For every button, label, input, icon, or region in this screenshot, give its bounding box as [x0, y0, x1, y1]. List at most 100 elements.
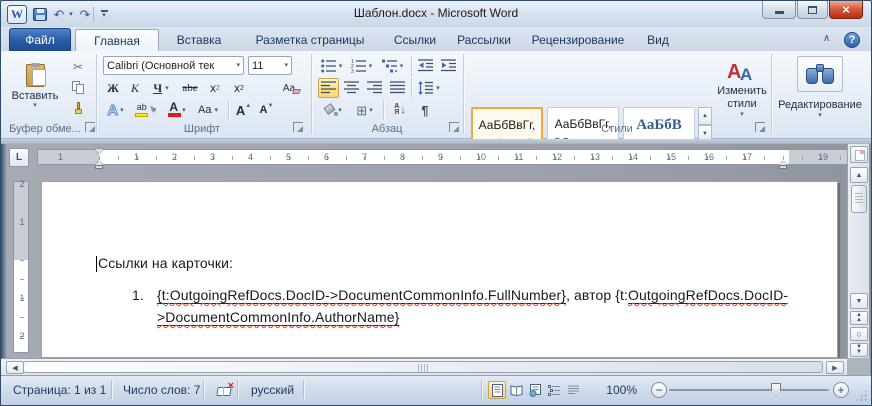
subscript-button[interactable]: x2 — [204, 78, 226, 98]
vertical-scrollbar[interactable]: ▲ ▼ ▲▲ ○ ▼▼ — [847, 144, 869, 358]
font-name-combo[interactable]: Calibri (Основной тек ▾ — [103, 56, 244, 75]
status-page[interactable]: Страница: 1 из 1 — [3, 376, 116, 403]
zoom-slider-track[interactable] — [669, 389, 829, 391]
highlight-button[interactable]: ab ▾ — [131, 100, 162, 120]
tab-view[interactable]: Вид — [637, 29, 679, 51]
styles-dialog-launcher-icon[interactable] — [755, 122, 765, 132]
bullets-button[interactable]: ▾ — [318, 56, 345, 76]
strikethrough-button[interactable]: abe — [178, 78, 202, 98]
minimize-button[interactable] — [762, 1, 796, 19]
previous-page-button[interactable]: ▲▲ — [850, 311, 868, 325]
h-ruler[interactable]: 1 123456789101112131415161719 — [37, 149, 857, 165]
font-color-button[interactable]: A ▾ — [164, 100, 191, 120]
shading-button[interactable]: ▾ — [318, 100, 347, 120]
view-print-layout-button[interactable] — [488, 381, 506, 399]
decrease-indent-button[interactable] — [415, 56, 436, 76]
help-icon[interactable]: ? — [844, 32, 860, 48]
tab-insert[interactable]: Вставка — [163, 29, 235, 51]
undo-button[interactable]: ↶ — [51, 5, 67, 23]
vscroll-thumb[interactable] — [851, 185, 867, 213]
thumb-grip — [418, 364, 430, 372]
increase-indent-button[interactable] — [438, 56, 459, 76]
shrink-font-button[interactable]: A ▼ — [256, 100, 277, 120]
redo-button[interactable]: ↷ — [77, 5, 93, 23]
status-word-count[interactable]: Число слов: 7 — [113, 376, 210, 403]
tab-file[interactable]: Файл — [9, 28, 71, 51]
clipboard-dialog-launcher-icon[interactable] — [85, 122, 95, 132]
h-ruler-margin-number: 1 — [58, 152, 63, 162]
draft-view-icon — [567, 384, 580, 397]
tab-references[interactable]: Ссылки — [385, 29, 445, 51]
horizontal-scrollbar[interactable]: ◀ ▶ — [1, 358, 847, 375]
italic-button[interactable]: К — [125, 78, 145, 98]
save-button[interactable] — [32, 5, 48, 23]
select-browse-object-button[interactable]: ○ — [850, 327, 868, 341]
format-painter-button[interactable] — [65, 99, 91, 118]
superscript-button[interactable]: x2 — [228, 78, 250, 98]
tab-stop-selector[interactable]: L — [9, 148, 29, 167]
align-right-button[interactable] — [364, 78, 385, 98]
underline-button[interactable]: Ч ▾ — [147, 78, 175, 98]
show-marks-button[interactable]: ¶ — [414, 100, 436, 120]
tab-page-layout[interactable]: Разметка страницы — [239, 29, 381, 51]
view-web-layout-button[interactable] — [526, 381, 544, 399]
copy-button[interactable] — [65, 78, 91, 97]
change-styles-button[interactable]: АA Изменить стили ▾ — [717, 55, 767, 123]
v-ruler[interactable]: 2112 — [13, 181, 29, 353]
tab-home[interactable]: Главная — [75, 29, 159, 51]
clear-formatting-button[interactable]: Aa — [275, 78, 303, 98]
collapse-ribbon-icon[interactable]: ∧ — [823, 33, 830, 44]
cut-button[interactable]: ✂ — [65, 57, 91, 76]
editing-find-button[interactable] — [797, 56, 843, 92]
ruler-toggle-button[interactable] — [850, 146, 868, 163]
borders-button[interactable]: ⊞ ▾ — [350, 100, 379, 120]
scroll-right-button[interactable]: ▶ — [826, 361, 844, 374]
justify-button[interactable] — [387, 78, 408, 98]
scroll-left-button[interactable]: ◀ — [6, 361, 24, 374]
v-ruler-margin-number: 2 — [17, 179, 27, 189]
next-page-button[interactable]: ▼▼ — [850, 343, 868, 357]
tab-mailings[interactable]: Рассылки — [449, 29, 519, 51]
undo-dropdown[interactable]: ▾ — [67, 5, 75, 23]
close-button[interactable]: × — [829, 1, 863, 19]
zoom-out-button[interactable]: − — [651, 382, 667, 398]
view-fullscreen-reading-button[interactable] — [507, 381, 525, 399]
line-spacing-button[interactable]: ▾ — [415, 78, 443, 98]
zoom-slider-thumb[interactable] — [771, 383, 781, 396]
font-size-combo[interactable]: 11 ▾ — [248, 56, 292, 75]
paste-button[interactable]: Вставить ▾ — [9, 55, 61, 117]
align-left-button[interactable] — [318, 78, 339, 98]
qat-customize-button[interactable]: ▾ — [98, 5, 110, 23]
hanging-indent-marker[interactable] — [95, 157, 103, 169]
view-outline-button[interactable] — [545, 381, 563, 399]
status-language[interactable]: русский — [241, 376, 304, 403]
sort-button[interactable]: АЯ ↓ — [388, 100, 412, 120]
doc-heading[interactable]: Ссылки на карточки: — [98, 255, 233, 271]
font-dialog-launcher-icon[interactable] — [293, 122, 303, 132]
change-case-button[interactable]: Aa ▾ — [194, 100, 222, 120]
align-center-button[interactable] — [341, 78, 362, 98]
scissors-icon: ✂ — [73, 60, 83, 74]
scroll-down-button[interactable]: ▼ — [850, 293, 868, 309]
grow-font-button[interactable]: A ▲ — [233, 100, 254, 120]
resize-grip[interactable] — [855, 389, 868, 402]
scroll-up-button[interactable]: ▲ — [850, 167, 868, 183]
view-draft-button[interactable] — [564, 381, 582, 399]
hscroll-thumb[interactable] — [23, 361, 823, 373]
paragraph-dialog-launcher-icon[interactable] — [449, 122, 459, 132]
text-effects-icon: A — [107, 102, 118, 119]
paste-clipboard-icon — [26, 64, 45, 87]
maximize-button[interactable] — [797, 1, 828, 19]
zoom-level[interactable]: 100% — [599, 376, 647, 403]
tab-review[interactable]: Рецензирование — [523, 29, 633, 51]
doc-list-line2[interactable]: >DocumentCommonInfo.AuthorName} — [157, 309, 399, 325]
multilevel-list-button[interactable]: ▾ — [378, 56, 407, 76]
text-effects-button[interactable]: A ▾ — [102, 100, 129, 120]
word-app-icon[interactable]: W — [7, 5, 27, 24]
zoom-in-button[interactable]: + — [833, 382, 849, 398]
doc-list-line1[interactable]: {t:OutgoingRefDocs.DocID->DocumentCommon… — [157, 287, 788, 303]
numbering-button[interactable]: 123 ▾ — [348, 56, 375, 76]
right-indent-marker[interactable] — [779, 157, 787, 169]
bold-button[interactable]: Ж — [103, 78, 123, 98]
editing-group-button[interactable]: Редактирование ▾ — [773, 95, 867, 123]
